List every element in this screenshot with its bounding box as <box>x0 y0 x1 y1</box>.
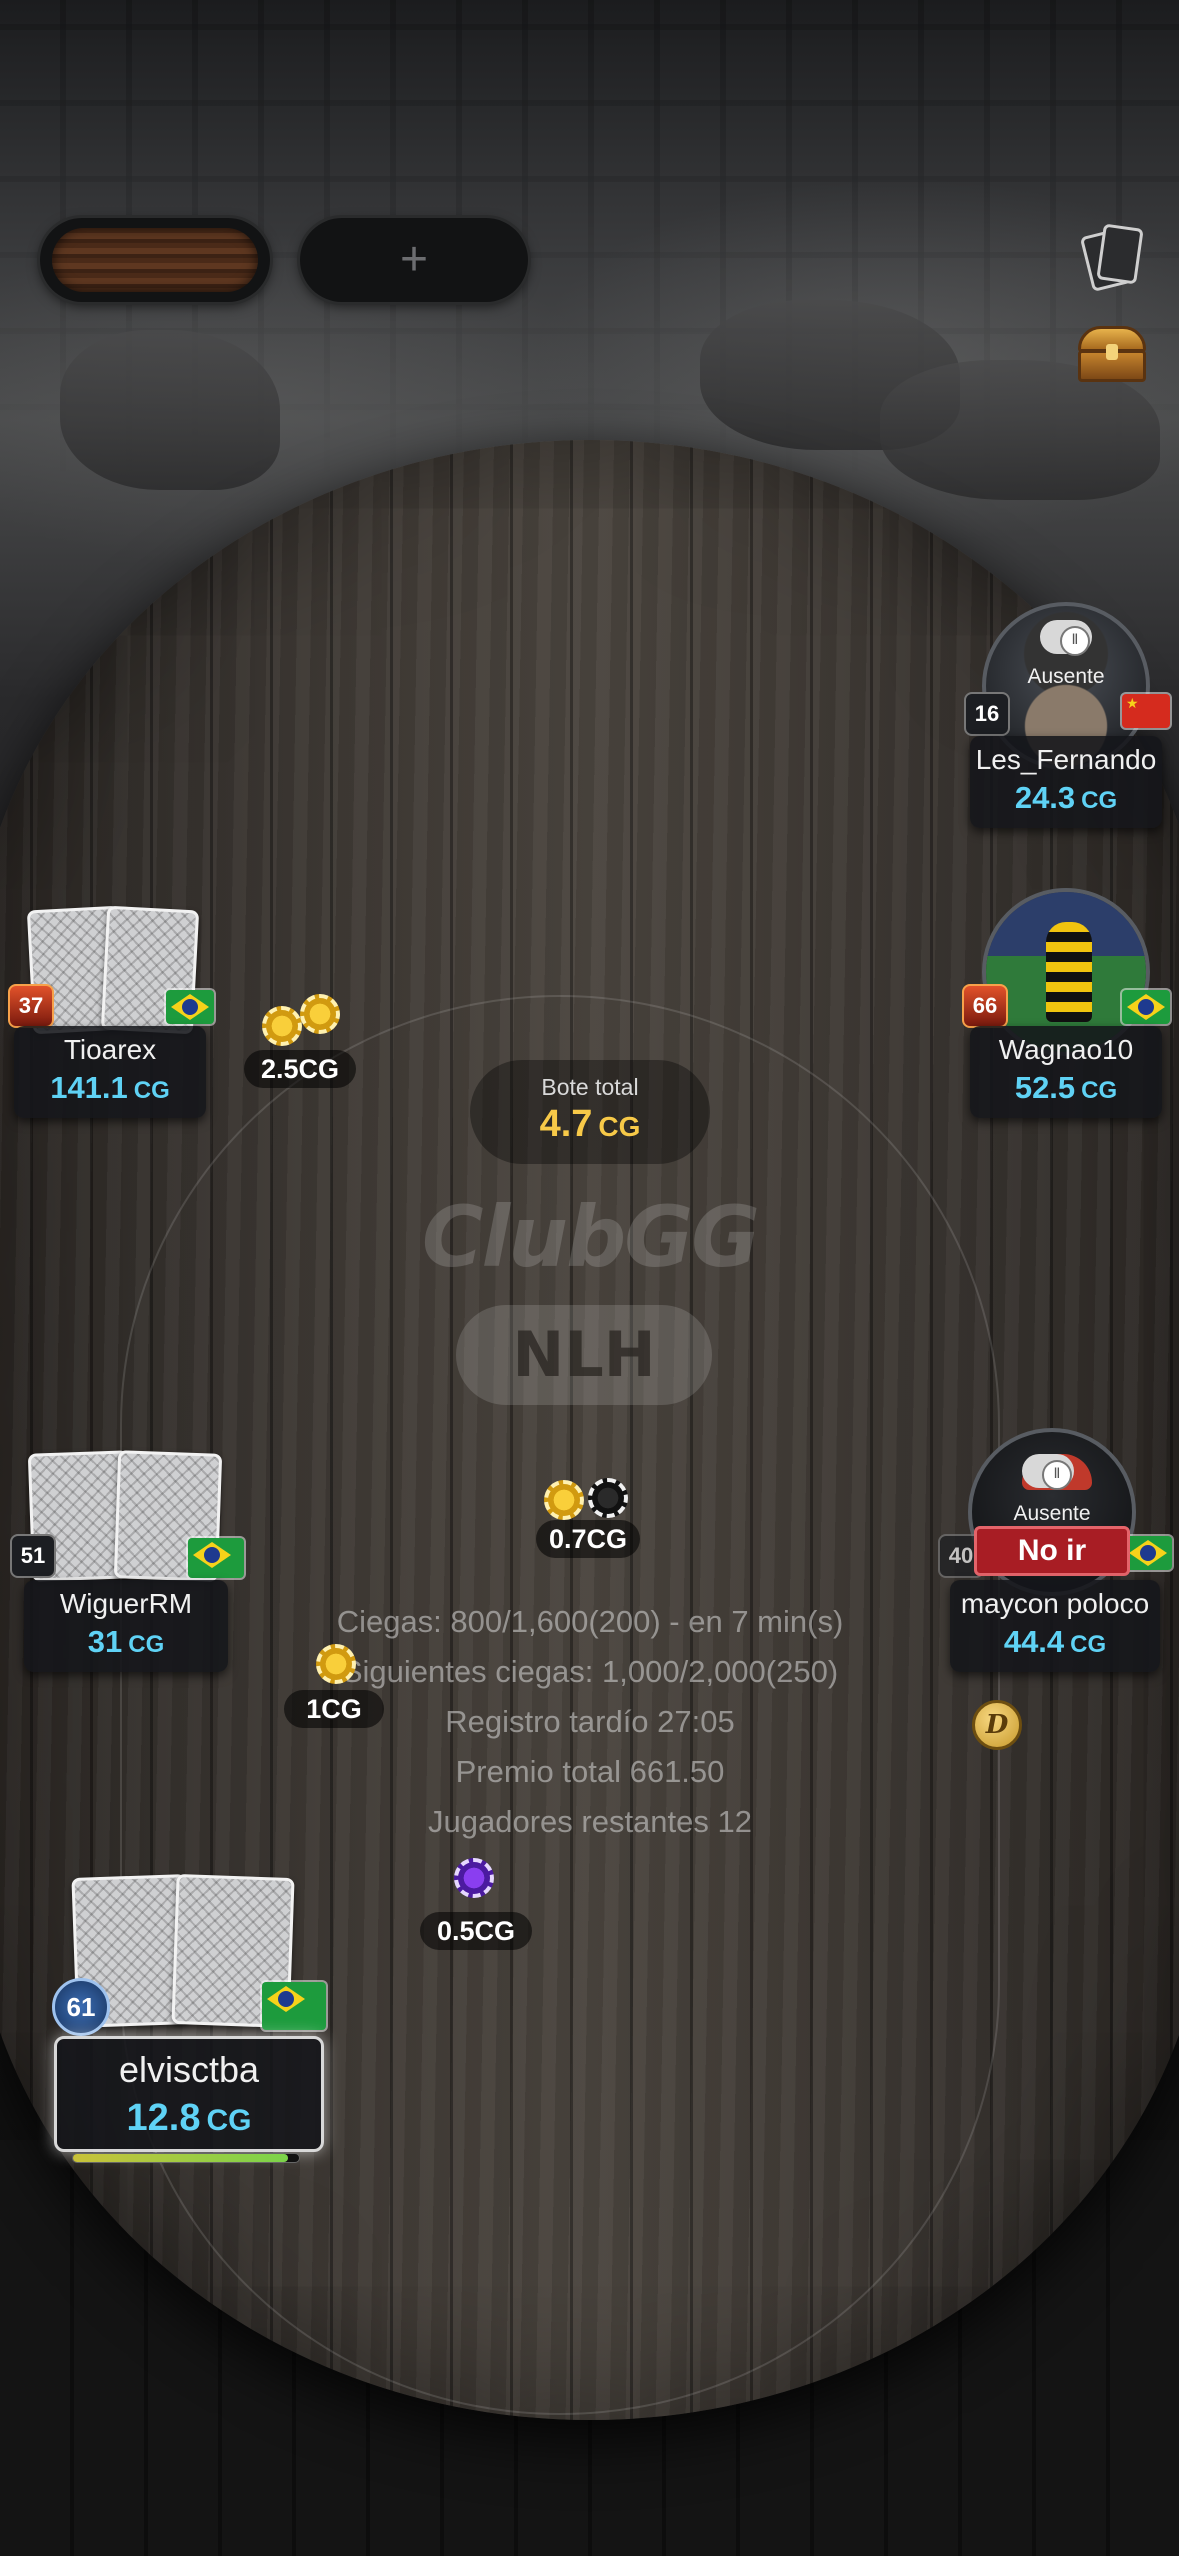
action-timer-fill <box>73 2154 288 2162</box>
fold-action-tag: No ir <box>974 1526 1130 1576</box>
player-nameplate: Wagnao10 52.5 CG <box>970 1026 1162 1118</box>
player-level-badge: 66 <box>962 984 1008 1028</box>
game-variant-badge: NLH <box>456 1305 712 1405</box>
player-name: WiguerRM <box>59 1588 193 1619</box>
add-table-button[interactable]: + <box>300 218 528 302</box>
player-bet: 0.7CG <box>536 1520 640 1558</box>
brazil-flag-icon <box>1122 990 1170 1024</box>
away-status: Ausente <box>1013 1502 1091 1525</box>
dealer-button: D <box>972 1700 1022 1750</box>
club-logo-watermark: ClubGG <box>421 1188 760 1286</box>
stack-amount: 24.3 <box>1014 780 1076 815</box>
china-flag-icon <box>1122 694 1170 728</box>
player-bet: 2.5CG <box>244 1050 356 1088</box>
stack-unit: CG <box>128 1631 165 1658</box>
card-shape <box>1096 223 1144 285</box>
hand-history-icon[interactable] <box>1079 222 1144 294</box>
player-name: Les_Fernando <box>975 744 1157 775</box>
player-name: Wagnao10 <box>998 1034 1134 1065</box>
avatar-figure <box>1046 922 1092 1022</box>
stack-amount: 31 <box>87 1624 123 1659</box>
purple-chip-icon <box>454 1858 494 1898</box>
player-level-badge: 61 <box>52 1978 110 2036</box>
pot-label: Bote total <box>541 1074 639 1100</box>
total-pot: Bote total 4.7 CG <box>470 1060 710 1164</box>
player-name: maycon poloco <box>960 1588 1150 1619</box>
stack-unit: CG <box>1070 1631 1107 1658</box>
white-chip-icon <box>588 1478 628 1518</box>
player-nameplate: Tioarex 141.1 CG <box>14 1026 206 1118</box>
away-status: Ausente <box>1027 665 1105 688</box>
stack-unit: CG <box>1081 787 1118 814</box>
player-level-badge: 51 <box>10 1534 56 1578</box>
pot-value: 4.7 CG <box>470 1103 710 1146</box>
wood-texture <box>52 228 258 292</box>
player-nameplate: WiguerRM 31 CG <box>24 1580 228 1672</box>
away-icon <box>1022 1454 1074 1490</box>
brazil-flag-icon <box>262 1982 326 2030</box>
gold-chip-icon <box>262 1006 302 1046</box>
brazil-flag-icon <box>1124 1536 1172 1570</box>
action-timer-bar <box>72 2153 300 2163</box>
hole-cards <box>27 1446 223 1582</box>
pot-amount: 4.7 <box>539 1103 593 1145</box>
player-stack: 44.4 CG <box>950 1624 1160 1660</box>
hero-nameplate: elvisctba 12.8 CG <box>54 2036 324 2152</box>
stack-unit: CG <box>1081 1077 1118 1104</box>
chest-lock <box>1106 344 1118 360</box>
player-stack: 52.5 CG <box>970 1070 1162 1106</box>
prize-pool-info: Premio total 661.50 <box>455 1754 725 1789</box>
blinds-info: Ciegas: 800/1,600(200) - en 7 min(s) <box>336 1604 844 1639</box>
brazil-flag-icon <box>166 990 214 1024</box>
player-bet: 1CG <box>284 1690 384 1728</box>
stack-unit: CG <box>206 2104 252 2137</box>
pot-unit: CG <box>598 1111 641 1142</box>
player-stack: 24.3 CG <box>970 780 1162 816</box>
stack-unit: CG <box>133 1077 170 1104</box>
players-remaining-info: Jugadores restantes 12 <box>428 1804 752 1839</box>
player-stack: 141.1 CG <box>14 1070 206 1106</box>
brazil-flag-icon <box>188 1538 244 1578</box>
away-icon <box>1040 620 1092 656</box>
treasure-chest-icon[interactable] <box>1076 326 1148 382</box>
player-stack: 31 CG <box>24 1624 228 1660</box>
player-bet: 0.5CG <box>420 1912 532 1950</box>
gold-chip-icon <box>544 1480 584 1520</box>
player-stack: 12.8 CG <box>57 2097 321 2140</box>
gold-chip-icon <box>316 1644 356 1684</box>
stack-amount: 12.8 <box>126 2097 201 2139</box>
player-nameplate: Les_Fernando 24.3 CG <box>970 736 1162 828</box>
player-name: Tioarex <box>63 1034 157 1065</box>
background-rock <box>60 330 280 490</box>
player-nameplate: maycon poloco 44.4 CG <box>950 1580 1160 1672</box>
player-level-badge: 16 <box>964 692 1010 736</box>
player-name: elvisctba <box>118 2049 260 2090</box>
stack-amount: 141.1 <box>50 1070 128 1105</box>
player-level-badge: 37 <box>8 984 54 1028</box>
stack-amount: 44.4 <box>1003 1624 1065 1659</box>
current-table-tab[interactable] <box>40 218 270 302</box>
stack-amount: 52.5 <box>1014 1070 1076 1105</box>
gold-chip-icon <box>300 994 340 1034</box>
